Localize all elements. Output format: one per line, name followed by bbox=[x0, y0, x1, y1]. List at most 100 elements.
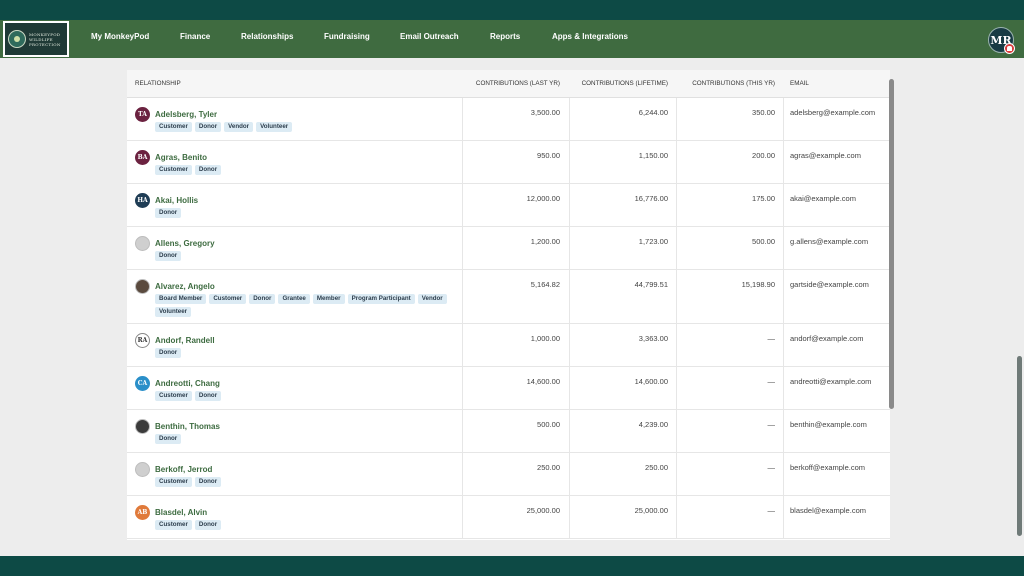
table-row[interactable]: BA Agras, Benito Customer Donor 950.00 1,150.… bbox=[127, 141, 890, 184]
tag-badge: Donor bbox=[194, 477, 222, 487]
org-logo[interactable]: MONKEYPOD WILDLIFE PROTECTION bbox=[3, 21, 69, 57]
nav-reports[interactable]: Reports bbox=[490, 32, 520, 41]
table-scrollbar[interactable] bbox=[889, 79, 894, 409]
contrib-lifetime-cell: 4,239.00 bbox=[638, 420, 668, 429]
contrib-this-yr-cell: 350.00 bbox=[752, 108, 775, 117]
nav-finance[interactable]: Finance bbox=[180, 32, 210, 41]
email-cell: adelsberg@example.com bbox=[790, 108, 876, 117]
column-divider bbox=[462, 184, 463, 226]
column-divider bbox=[783, 184, 784, 226]
relationship-name-link[interactable]: Akai, Hollis bbox=[155, 196, 198, 205]
contrib-last-yr-cell: 5,164.82 bbox=[530, 280, 560, 289]
column-divider bbox=[569, 324, 570, 366]
contrib-last-yr-cell: 1,000.00 bbox=[530, 334, 560, 343]
notification-bell-icon[interactable] bbox=[1004, 43, 1015, 54]
column-divider bbox=[676, 453, 677, 495]
avatar: AB bbox=[135, 505, 150, 520]
table-row[interactable]: Alvarez, Angelo Board Member Customer Donor… bbox=[127, 270, 890, 324]
column-divider bbox=[783, 410, 784, 452]
page-scrollbar[interactable] bbox=[1017, 356, 1022, 536]
column-divider bbox=[462, 270, 463, 323]
contrib-this-yr-cell: — bbox=[767, 334, 776, 343]
tag-list: Customer Donor Vendor Volunteer bbox=[155, 122, 455, 132]
contrib-this-yr-cell: — bbox=[767, 463, 776, 472]
tag-badge: Vendor bbox=[417, 294, 447, 304]
app-window: MONKEYPOD WILDLIFE PROTECTION My MonkeyP… bbox=[0, 20, 1024, 556]
column-divider bbox=[676, 496, 677, 538]
avatar: BA bbox=[135, 150, 150, 165]
table-row[interactable]: Berkoff, Jerrod Customer Donor 250.00 250.00… bbox=[127, 453, 890, 496]
contrib-this-yr-cell: 200.00 bbox=[752, 151, 775, 160]
email-cell: berkoff@example.com bbox=[790, 463, 866, 472]
top-navigation: MONKEYPOD WILDLIFE PROTECTION My MonkeyP… bbox=[0, 20, 1024, 58]
column-divider bbox=[462, 324, 463, 366]
tag-badge: Customer bbox=[155, 520, 192, 530]
email-cell: andreotti@example.com bbox=[790, 377, 872, 386]
column-divider bbox=[783, 141, 784, 183]
tag-list: Donor bbox=[155, 208, 455, 218]
nav-my-monkeypod[interactable]: My MonkeyPod bbox=[91, 32, 149, 41]
email-cell: g.allens@example.com bbox=[790, 237, 869, 246]
column-divider bbox=[676, 410, 677, 452]
column-divider bbox=[462, 453, 463, 495]
column-divider bbox=[676, 324, 677, 366]
nav-email-outreach[interactable]: Email Outreach bbox=[400, 32, 459, 41]
avatar bbox=[135, 279, 150, 294]
header-email[interactable]: EMAIL bbox=[790, 80, 809, 87]
contrib-lifetime-cell: 6,244.00 bbox=[638, 108, 668, 117]
tag-list: Customer Donor bbox=[155, 165, 455, 175]
relationship-name-link[interactable]: Andreotti, Chang bbox=[155, 379, 220, 388]
tag-badge: Customer bbox=[155, 122, 192, 132]
nav-relationships[interactable]: Relationships bbox=[241, 32, 293, 41]
avatar: RA bbox=[135, 333, 150, 348]
relationship-name-link[interactable]: Allens, Gregory bbox=[155, 239, 215, 248]
table-row[interactable]: TA Adelsberg, Tyler Customer Donor Vendor Vol… bbox=[127, 98, 890, 141]
avatar bbox=[135, 419, 150, 434]
header-contrib-last-yr[interactable]: CONTRIBUTIONS (LAST YR) bbox=[476, 80, 560, 87]
relationship-name-link[interactable]: Alvarez, Angelo bbox=[155, 282, 215, 291]
table-row[interactable]: AB Blasdel, Alvin Customer Donor 25,000.00 25… bbox=[127, 496, 890, 539]
relationship-name-link[interactable]: Agras, Benito bbox=[155, 153, 207, 162]
avatar: TA bbox=[135, 107, 150, 122]
table-row[interactable]: HA Akai, Hollis Donor 12,000.00 16,776.00 175… bbox=[127, 184, 890, 227]
contrib-lifetime-cell: 25,000.00 bbox=[634, 506, 668, 515]
column-divider bbox=[783, 496, 784, 538]
relationship-name-link[interactable]: Benthin, Thomas bbox=[155, 422, 220, 431]
seal-icon bbox=[8, 30, 26, 48]
contrib-this-yr-cell: 15,198.90 bbox=[741, 280, 775, 289]
tag-badge: Member bbox=[312, 294, 345, 304]
table-row[interactable]: Allens, Gregory Donor 1,200.00 1,723.00 500.… bbox=[127, 227, 890, 270]
table-row[interactable]: Benthin, Thomas Donor 500.00 4,239.00 — benth… bbox=[127, 410, 890, 453]
column-divider bbox=[569, 227, 570, 269]
relationship-name-link[interactable]: Adelsberg, Tyler bbox=[155, 110, 217, 119]
relationship-name-link[interactable]: Blasdel, Alvin bbox=[155, 508, 207, 517]
column-divider bbox=[783, 227, 784, 269]
contrib-last-yr-cell: 12,000.00 bbox=[526, 194, 560, 203]
column-divider bbox=[462, 367, 463, 409]
tag-badge: Donor bbox=[194, 391, 222, 401]
tag-badge: Program Participant bbox=[347, 294, 415, 304]
tag-badge: Donor bbox=[155, 251, 182, 261]
table-row[interactable]: CA Andreotti, Chang Customer Donor 14,600.00… bbox=[127, 367, 890, 410]
nav-fundraising[interactable]: Fundraising bbox=[324, 32, 370, 41]
column-divider bbox=[462, 227, 463, 269]
nav-apps-integrations[interactable]: Apps & Integrations bbox=[552, 32, 628, 41]
relationship-name-link[interactable]: Berkoff, Jerrod bbox=[155, 465, 212, 474]
tag-badge: Customer bbox=[155, 477, 192, 487]
relationship-name-link[interactable]: Andorf, Randell bbox=[155, 336, 215, 345]
contrib-lifetime-cell: 1,723.00 bbox=[638, 237, 668, 246]
contrib-lifetime-cell: 14,600.00 bbox=[634, 377, 668, 386]
column-divider bbox=[676, 227, 677, 269]
header-relationship[interactable]: RELATIONSHIP bbox=[135, 80, 181, 87]
avatar: HA bbox=[135, 193, 150, 208]
column-divider bbox=[569, 98, 570, 140]
header-contrib-this-yr[interactable]: CONTRIBUTIONS (THIS YR) bbox=[692, 80, 775, 87]
contrib-lifetime-cell: 44,799.51 bbox=[634, 280, 668, 289]
header-contrib-lifetime[interactable]: CONTRIBUTIONS (LIFETIME) bbox=[582, 80, 668, 87]
column-divider bbox=[569, 367, 570, 409]
column-divider bbox=[462, 410, 463, 452]
table-row[interactable]: RA Andorf, Randell Donor 1,000.00 3,363.00 — a… bbox=[127, 324, 890, 367]
column-divider bbox=[783, 324, 784, 366]
tag-badge: Volunteer bbox=[256, 122, 293, 132]
column-divider bbox=[569, 410, 570, 452]
